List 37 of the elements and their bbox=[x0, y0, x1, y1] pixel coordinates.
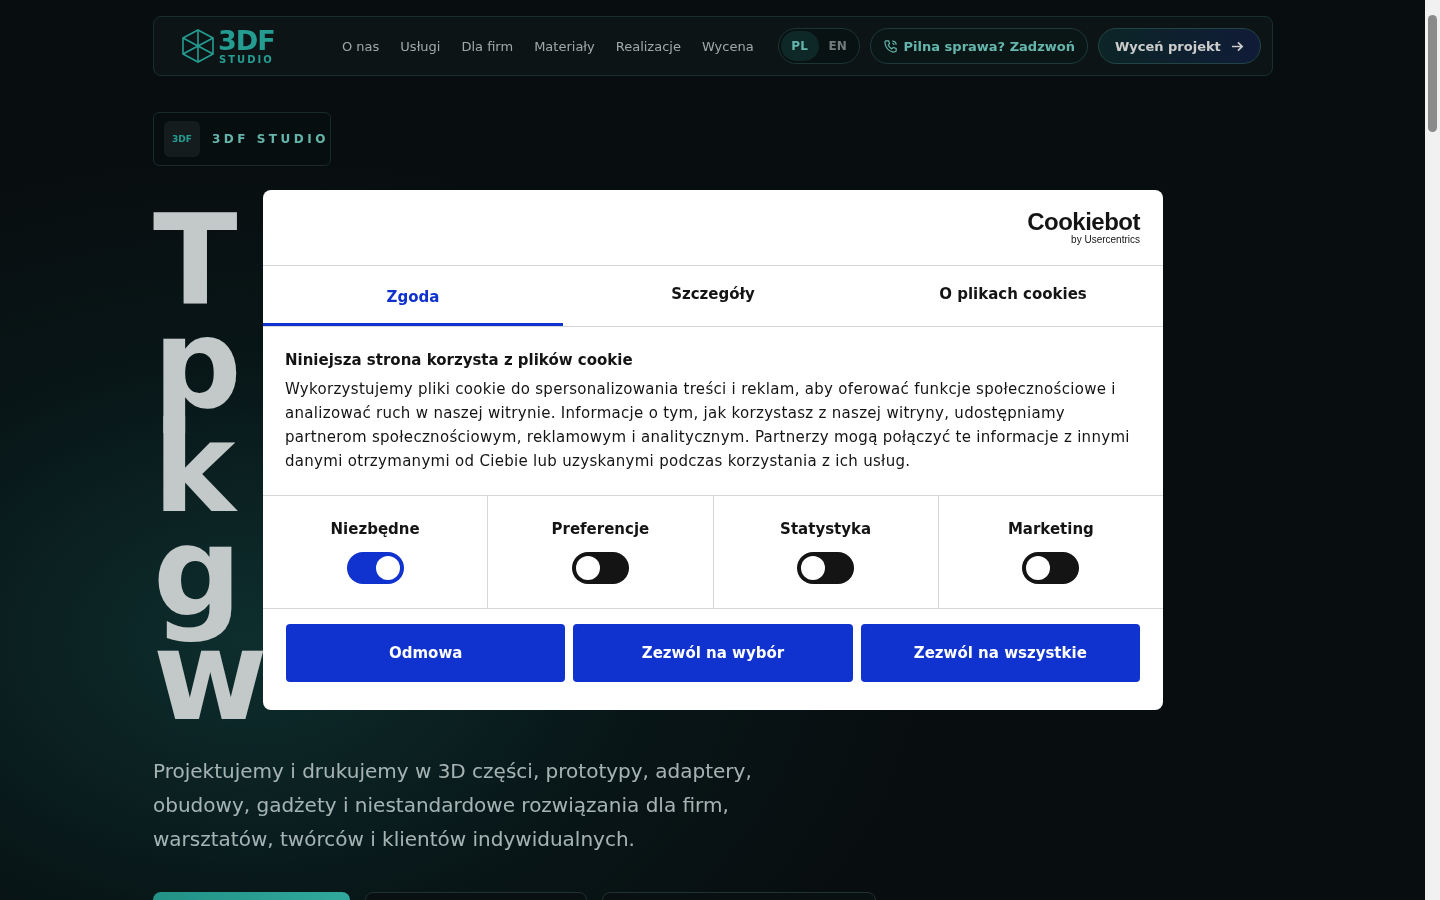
category-toggle[interactable] bbox=[346, 552, 404, 584]
category-label: Niezbędne bbox=[330, 520, 420, 538]
call-button[interactable]: Pilna sprawa? Zadzwoń bbox=[869, 28, 1088, 64]
language-option[interactable]: EN bbox=[818, 31, 857, 61]
nav-link[interactable]: Usługi bbox=[400, 38, 441, 54]
logo-subtitle: STUDIO bbox=[219, 55, 274, 65]
nav-link[interactable]: Materiały bbox=[534, 38, 595, 54]
nav-link[interactable]: Wycena bbox=[701, 38, 754, 54]
dialog-tab[interactable]: Zgoda bbox=[263, 266, 563, 326]
hero-lead: Projektujemy i drukujemy w 3D części, prototypy, adaptery, obudowy, gadżety i niestandardowe rozwiązania dla firm, warsztatów, twórców i klientów indywidualnych. bbox=[153, 758, 753, 853]
cube-icon bbox=[182, 29, 214, 63]
mini-logo: 3DF bbox=[164, 121, 200, 157]
consent-button[interactable]: Zezwól na wybór bbox=[573, 624, 853, 682]
dialog-text: Wykorzystujemy pliki cookie do spersonalizowania treści i reklam, aby oferować funkcje społecznościowe i analizować ruch w naszej witrynie. Informacje o tym, jak korzystasz z naszej witryny, udostępniamy partnerom społecznościowym, reklamowym i analitycznym. Partnerzy mogą połączyć te informacje z innymi danymi otrzymanymi od Ciebie lub uzyskanymi podczas korzystania z ich usług. bbox=[285, 379, 1131, 472]
badge-label: 3DF STUDIO bbox=[212, 132, 329, 146]
logo-mark[interactable]: 3DF bbox=[218, 27, 275, 54]
consent-button[interactable]: Odmowa bbox=[286, 624, 566, 682]
cookiebot-byline: by Usercentrics bbox=[1071, 235, 1140, 245]
arrow-right-icon bbox=[1230, 39, 1244, 53]
nav-link[interactable]: O nas bbox=[342, 38, 380, 54]
category-toggle[interactable] bbox=[1022, 552, 1080, 584]
category-label: Statystyka bbox=[780, 520, 872, 538]
consent-button[interactable]: Zezwól na wszystkie bbox=[860, 624, 1140, 682]
phone-icon bbox=[882, 38, 898, 54]
category-toggle[interactable] bbox=[797, 552, 855, 584]
category-label: Preferencje bbox=[551, 520, 650, 538]
nav-link[interactable]: Dla firm bbox=[461, 38, 514, 54]
cookiebot-logo: Cookiebot bbox=[1027, 210, 1140, 234]
dialog-tab[interactable]: O plikach cookies bbox=[863, 266, 1163, 326]
scrollbar[interactable] bbox=[1425, 0, 1440, 900]
language-option[interactable]: PL bbox=[780, 31, 819, 61]
dialog-title: Niniejsza strona korzysta z plików cookie bbox=[285, 351, 634, 369]
category-label: Marketing bbox=[1007, 520, 1094, 538]
category-toggle[interactable] bbox=[571, 552, 629, 584]
nav-link[interactable]: Realizacje bbox=[615, 38, 681, 54]
dialog-tab[interactable]: Szczegóły bbox=[563, 266, 863, 326]
quote-button[interactable]: Wyceń projekt bbox=[1097, 28, 1261, 64]
